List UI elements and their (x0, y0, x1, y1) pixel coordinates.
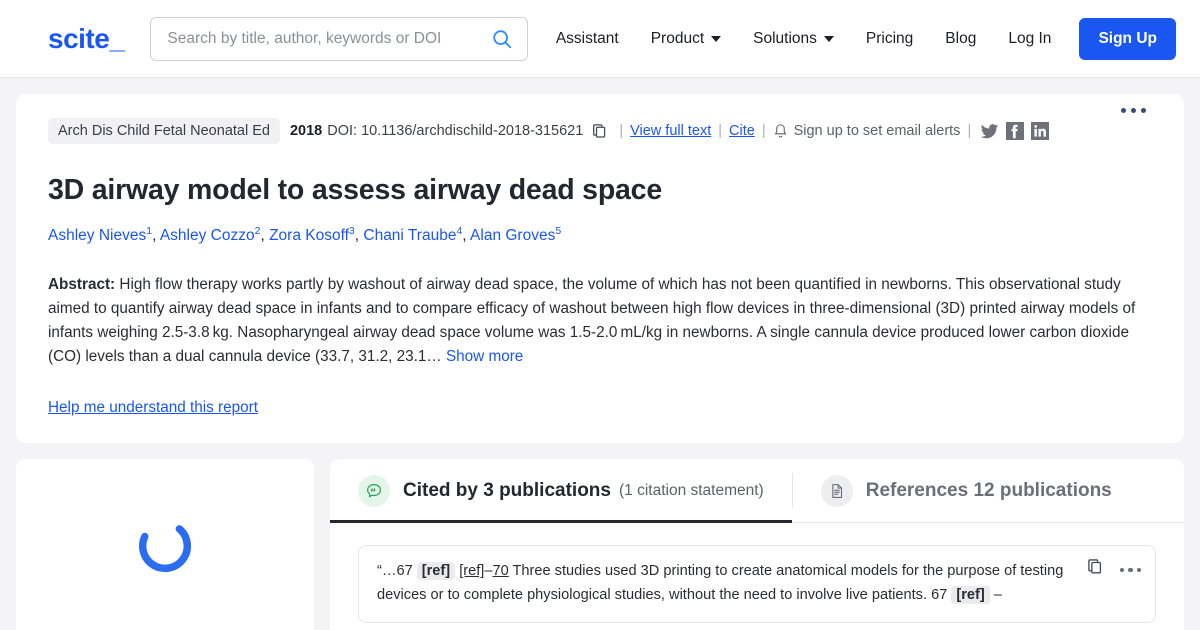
author-separator: , (152, 227, 160, 245)
email-alerts-label[interactable]: Sign up to set email alerts (794, 123, 961, 139)
nav-label: Solutions (753, 29, 817, 47)
social-share-group (980, 122, 1050, 141)
search-icon[interactable] (491, 28, 513, 50)
divider: | (718, 123, 723, 139)
nav-item-blog[interactable]: Blog (929, 22, 992, 56)
abstract-text: High flow therapy works partly by washou… (48, 275, 1136, 366)
doi-text: DOI: 10.1136/archdischild-2018-315621 (327, 123, 584, 139)
search-bar[interactable] (150, 16, 529, 61)
nav-item-assistant[interactable]: Assistant (540, 22, 635, 56)
help-understand-report-link[interactable]: Help me understand this report (48, 399, 258, 417)
author[interactable]: Ashley Cozzo2 (159, 225, 261, 245)
nav-item-solutions[interactable]: Solutions (737, 22, 850, 56)
author-name: Ashley Nieves (48, 227, 147, 245)
tab-cited-by-sublabel: (1 citation statement) (618, 481, 764, 499)
metrics-card (16, 459, 314, 630)
scite-logo[interactable]: scite_ (48, 23, 125, 55)
author-name: Chani Traube (363, 227, 457, 245)
site-header: scite_ Assistant Product Solutions Prici… (0, 0, 1200, 78)
abstract-label: Abstract: (48, 275, 116, 293)
tab-cited-by[interactable]: Cited by 3 publications (1 citation stat… (330, 459, 792, 524)
cite-link[interactable]: Cite (729, 123, 755, 139)
page-title: 3D airway model to assess airway dead sp… (48, 174, 662, 206)
nav-label: Assistant (555, 29, 619, 47)
more-options-icon[interactable] (1119, 567, 1141, 573)
linkedin-icon[interactable] (1031, 122, 1050, 140)
divider: | (967, 123, 972, 139)
copy-icon[interactable] (591, 123, 608, 140)
abstract: Abstract: High flow therapy works partly… (48, 273, 1152, 370)
nav-item-pricing[interactable]: Pricing (850, 22, 929, 56)
tab-cited-by-label: Cited by 3 publications (403, 479, 611, 501)
nav-label: Blog (945, 29, 977, 47)
author-affiliation-marker: 5 (555, 225, 562, 237)
sign-up-button[interactable]: Sign Up (1079, 17, 1176, 60)
ref-link[interactable]: 70 (492, 563, 508, 579)
author[interactable]: Zora Kosoff3 (269, 225, 355, 245)
ref-chip[interactable]: [ref] (416, 562, 456, 581)
author-list: Ashley Nieves1, Ashley Cozzo2, Zora Koso… (48, 224, 1152, 247)
divider: | (619, 123, 624, 139)
statement-prefix: “…67 (377, 563, 417, 580)
tab-references-label: References 12 publications (865, 479, 1112, 501)
divider: | (761, 123, 766, 139)
journal-name[interactable]: Arch Dis Child Fetal Neonatal Ed (48, 118, 280, 144)
ref-chip[interactable]: [ref] (951, 586, 990, 605)
more-options-icon[interactable] (1115, 102, 1152, 119)
nav-item-login[interactable]: Log In (992, 22, 1067, 56)
copy-icon[interactable] (1086, 558, 1104, 581)
paper-card: Arch Dis Child Fetal Neonatal Ed 2018 DO… (16, 94, 1184, 444)
citations-references-card: Cited by 3 publications (1 citation stat… (330, 459, 1184, 630)
citation-statement-item: “…67 [ref] [ref]–70 Three studies used 3… (358, 545, 1156, 623)
view-full-text-link[interactable]: View full text (630, 123, 711, 139)
citation-statement-actions (1086, 558, 1141, 581)
author-separator: , (462, 227, 471, 245)
nav-item-product[interactable]: Product (635, 22, 737, 56)
twitter-icon[interactable] (980, 122, 999, 141)
nav-label: Pricing (865, 29, 914, 47)
statement-tail: – (989, 587, 1002, 604)
loading-spinner-icon (134, 515, 196, 577)
citation-statement-text: “…67 [ref] [ref]–70 Three studies used 3… (377, 560, 1137, 607)
author-name: Ashley Cozzo (159, 227, 255, 245)
search-input[interactable] (165, 28, 492, 49)
tab-references[interactable]: References 12 publications (793, 459, 1140, 522)
quote-bubble-icon (358, 474, 390, 507)
paper-metadata-row: Arch Dis Child Fetal Neonatal Ed 2018 DO… (48, 108, 1152, 144)
author[interactable]: Alan Groves5 (470, 225, 562, 245)
page-body: Arch Dis Child Fetal Neonatal Ed 2018 DO… (0, 78, 1200, 630)
author[interactable]: Chani Traube4 (363, 225, 462, 245)
nav-label: Product (650, 29, 705, 47)
chevron-down-icon (823, 35, 834, 42)
document-icon (820, 474, 853, 507)
bell-icon[interactable] (773, 123, 788, 140)
lower-section: Cited by 3 publications (1 citation stat… (16, 459, 1184, 630)
show-more-link[interactable]: Show more (446, 348, 523, 365)
tab-bar: Cited by 3 publications (1 citation stat… (330, 459, 1184, 524)
ref-link[interactable]: [ref] (459, 563, 484, 579)
author-name: Alan Groves (470, 227, 556, 245)
author[interactable]: Ashley Nieves1 (48, 225, 152, 245)
nav-label: Log In (1008, 29, 1052, 47)
facebook-icon[interactable] (1006, 122, 1025, 140)
author-name: Zora Kosoff (269, 227, 349, 245)
main-nav: Assistant Product Solutions Pricing Blog… (540, 17, 1176, 60)
author-separator: , (260, 227, 270, 245)
publication-year: 2018 (289, 123, 323, 139)
chevron-down-icon (711, 35, 722, 42)
